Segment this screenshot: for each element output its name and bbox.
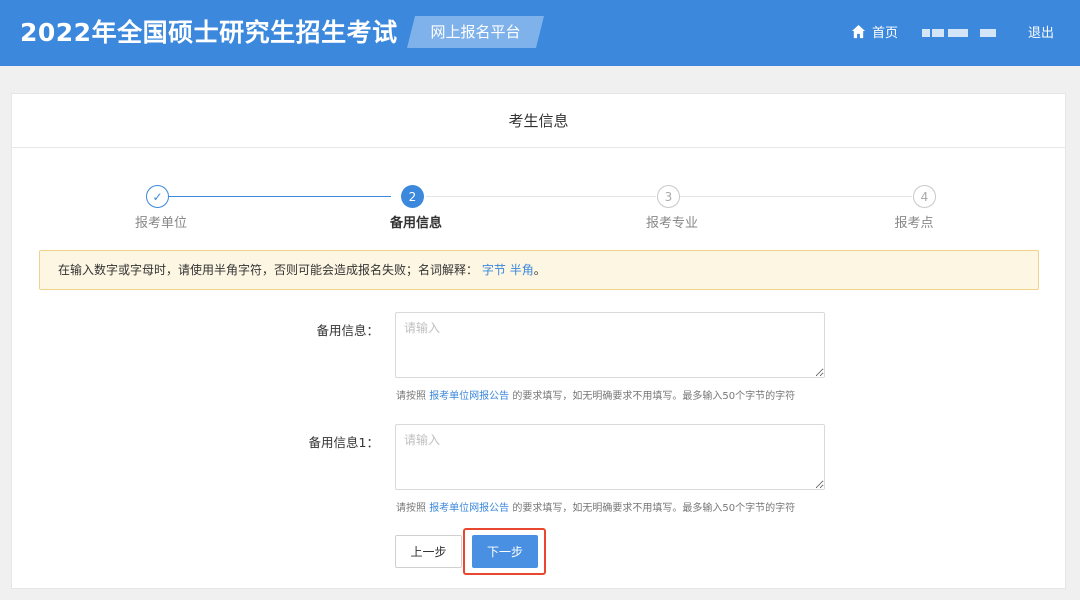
step-2-marker: 2 — [401, 185, 424, 208]
top-header: 2022年全国硕士研究生招生考试 网上报名平台 首页 退出 — [0, 0, 1080, 66]
notice-link-byte[interactable]: 字节 — [482, 263, 506, 277]
backup-info-hint-link[interactable]: 报考单位网报公告 — [429, 391, 509, 402]
user-name-masked — [922, 24, 998, 40]
main-card: 考生信息 ✓ 2 3 4 报考单位 备用信息 报考专业 报考点 在输入数字或字母… — [11, 93, 1066, 589]
next-step-button[interactable]: 下一步 — [472, 535, 538, 568]
backup-info-1-hint: 请按照 报考单位网报公告 的要求填写，如无明确要求不用填写。最多输入50个字节的… — [396, 503, 796, 514]
home-link[interactable]: 首页 — [851, 21, 898, 41]
next-step-highlight: 下一步 — [463, 528, 546, 575]
step-connector-3 — [680, 196, 912, 197]
notice-banner: 在输入数字或字母时，请使用半角字符，否则可能会造成报名失败；名词解释： 字节 半… — [39, 250, 1039, 290]
step-connector-1 — [169, 196, 391, 197]
notice-link-half-width[interactable]: 半角 — [510, 263, 534, 277]
platform-badge: 网上报名平台 — [407, 16, 544, 48]
previous-step-button[interactable]: 上一步 — [395, 535, 462, 568]
backup-info-textarea[interactable] — [395, 312, 825, 378]
notice-suffix: 。 — [533, 263, 546, 277]
step-2-label: 备用信息 — [389, 216, 442, 231]
site-title: 2022年全国硕士研究生招生考试 — [20, 18, 398, 47]
page-title: 考生信息 — [12, 94, 1065, 148]
step-1-check-icon: ✓ — [146, 185, 169, 208]
home-label: 首页 — [872, 25, 899, 41]
step-3-marker: 3 — [657, 185, 680, 208]
step-1-label: 报考单位 — [134, 216, 187, 231]
notice-text: 在输入数字或字母时，请使用半角字符，否则可能会造成报名失败；名词解释： — [58, 263, 479, 277]
step-4-marker: 4 — [913, 185, 936, 208]
logout-link[interactable]: 退出 — [1028, 22, 1054, 41]
backup-info-1-hint-link[interactable]: 报考单位网报公告 — [429, 503, 509, 514]
backup-info-1-label: 备用信息1： — [308, 435, 379, 450]
platform-label: 网上报名平台 — [430, 23, 521, 41]
step-3-label: 报考专业 — [645, 216, 698, 231]
step-4-label: 报考点 — [894, 216, 934, 231]
backup-info-label: 备用信息： — [316, 323, 379, 338]
backup-info-1-textarea[interactable] — [395, 424, 825, 490]
step-connector-2 — [426, 196, 656, 197]
home-icon — [851, 24, 866, 38]
backup-info-hint: 请按照 报考单位网报公告 的要求填写，如无明确要求不用填写。最多输入50个字节的… — [396, 391, 796, 402]
